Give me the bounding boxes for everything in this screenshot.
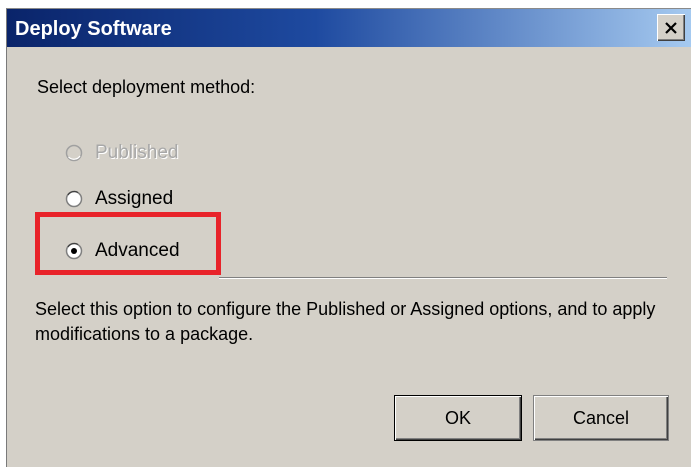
annotation-highlight-box [35, 212, 221, 275]
window-title: Deploy Software [15, 18, 172, 40]
radio-option-assigned[interactable]: Assigned [65, 185, 173, 213]
option-description: Select this option to configure the Publ… [35, 299, 656, 344]
separator-line [219, 277, 667, 279]
ok-button[interactable]: OK [394, 395, 522, 441]
radio-label-assigned[interactable]: Assigned [95, 188, 173, 210]
radio-unselected-icon[interactable] [65, 190, 83, 208]
radio-option-published: Published [65, 139, 178, 167]
title-bar[interactable]: Deploy Software [7, 9, 691, 47]
cancel-button[interactable]: Cancel [533, 395, 669, 441]
close-icon [665, 21, 677, 34]
radio-unselected-icon [65, 144, 83, 162]
deployment-method-prompt: Select deployment method: [37, 77, 256, 97]
close-button[interactable] [657, 14, 685, 41]
radio-label-published: Published [95, 142, 179, 163]
deploy-software-dialog: Deploy Software Select deployment method… [6, 8, 691, 467]
